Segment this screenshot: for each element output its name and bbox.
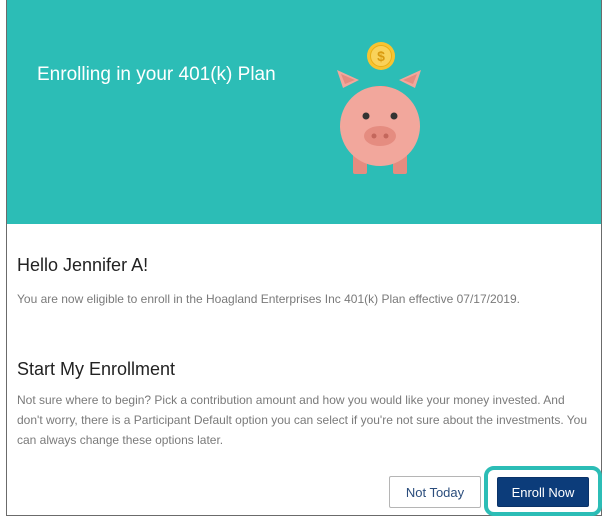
enrollment-card: Enrolling in your 401(k) Plan $ Hello Je… [6, 0, 602, 516]
greeting-heading: Hello Jennifer A! [17, 255, 149, 275]
eligibility-text: You are now eligible to enroll in the Ho… [17, 292, 520, 306]
enrollment-heading: Start My Enrollment [17, 359, 176, 379]
enroll-now-button[interactable]: Enroll Now [497, 477, 589, 507]
enrollment-description: Not sure where to begin? Pick a contribu… [17, 393, 588, 447]
coin-icon: $ [367, 42, 395, 70]
banner-title: Enrolling in your 401(k) Plan [37, 64, 276, 85]
header-banner: Enrolling in your 401(k) Plan $ [7, 0, 601, 224]
enroll-now-highlight: Enroll Now [484, 466, 602, 516]
piggy-bank-icon: $ [337, 42, 421, 174]
coin-symbol: $ [377, 48, 385, 64]
not-today-button[interactable]: Not Today [389, 476, 481, 508]
